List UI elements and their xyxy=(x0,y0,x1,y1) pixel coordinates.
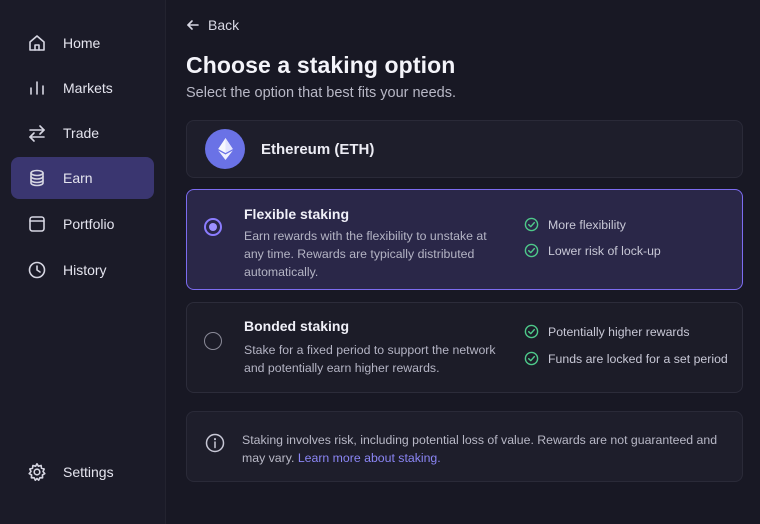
sidebar-item-label: Trade xyxy=(63,125,100,141)
sidebar-item-label: Earn xyxy=(63,170,93,186)
sidebar-item-earn[interactable]: Earn xyxy=(11,157,154,199)
check-circle-icon xyxy=(524,243,539,258)
risk-notice: Staking involves risk, including potenti… xyxy=(186,411,743,482)
feature-label: Lower risk of lock-up xyxy=(548,243,661,258)
option-title: Flexible staking xyxy=(244,206,350,222)
feature-item: More flexibility xyxy=(524,217,626,232)
page-title: Choose a staking option xyxy=(186,52,456,78)
sidebar-item-label: Settings xyxy=(63,464,114,480)
sidebar-item-markets[interactable]: Markets xyxy=(11,67,154,109)
arrow-left-icon xyxy=(187,20,199,30)
bar-chart-icon xyxy=(27,78,47,98)
sidebar-item-label: Portfolio xyxy=(63,216,115,232)
ethereum-icon xyxy=(205,129,245,169)
back-label: Back xyxy=(208,17,240,33)
option-description: Earn rewards with the flexibility to uns… xyxy=(244,229,487,279)
sidebar-item-label: Home xyxy=(63,35,101,51)
info-icon xyxy=(205,433,225,453)
gear-icon xyxy=(27,462,47,482)
feature-label: Potentially higher rewards xyxy=(548,324,690,339)
feature-label: Funds are locked for a set period xyxy=(548,351,728,366)
sidebar-item-trade[interactable]: Trade xyxy=(11,112,154,154)
option-title: Bonded staking xyxy=(244,318,350,334)
check-circle-icon xyxy=(524,351,539,366)
sidebar-item-label: History xyxy=(63,262,107,278)
sidebar-item-label: Markets xyxy=(63,80,113,96)
clock-icon xyxy=(27,260,47,280)
back-button[interactable]: Back xyxy=(186,17,239,33)
page-subtitle: Select the option that best fits your ne… xyxy=(186,85,457,101)
risk-notice-text: Staking involves risk, including potenti… xyxy=(242,431,722,467)
sidebar-item-settings[interactable]: Settings xyxy=(11,451,154,493)
sidebar-item-portfolio[interactable]: Portfolio xyxy=(11,203,154,245)
feature-item: Lower risk of lock-up xyxy=(524,243,661,258)
coin-stack-icon xyxy=(27,168,47,188)
sidebar-item-home[interactable]: Home xyxy=(11,22,154,64)
radio-button-unselected[interactable] xyxy=(204,332,222,350)
sidebar: Home Markets Trade Earn Portfolio Histor… xyxy=(0,0,166,524)
feature-label: More flexibility xyxy=(548,217,626,232)
main-content: Back Choose a staking option Select the … xyxy=(166,0,760,524)
check-circle-icon xyxy=(524,324,539,339)
wallet-icon xyxy=(27,214,47,234)
flexible-staking-option[interactable]: Flexible staking Earn rewards with the f… xyxy=(186,189,743,290)
asset-card: Ethereum (ETH) xyxy=(186,120,743,178)
bonded-staking-option[interactable]: Bonded staking Stake for a fixed period … xyxy=(186,302,743,393)
sidebar-item-history[interactable]: History xyxy=(11,249,154,291)
swap-arrows-icon xyxy=(27,123,47,143)
check-circle-icon xyxy=(524,217,539,232)
asset-name: Ethereum (ETH) xyxy=(261,140,375,158)
feature-item: Funds are locked for a set period xyxy=(524,351,728,366)
home-icon xyxy=(27,33,47,53)
radio-button-selected[interactable] xyxy=(204,218,222,236)
feature-item: Potentially higher rewards xyxy=(524,324,690,339)
option-description: Stake for a fixed period to support the … xyxy=(244,343,496,375)
learn-more-link[interactable]: Learn more about staking. xyxy=(298,451,441,465)
